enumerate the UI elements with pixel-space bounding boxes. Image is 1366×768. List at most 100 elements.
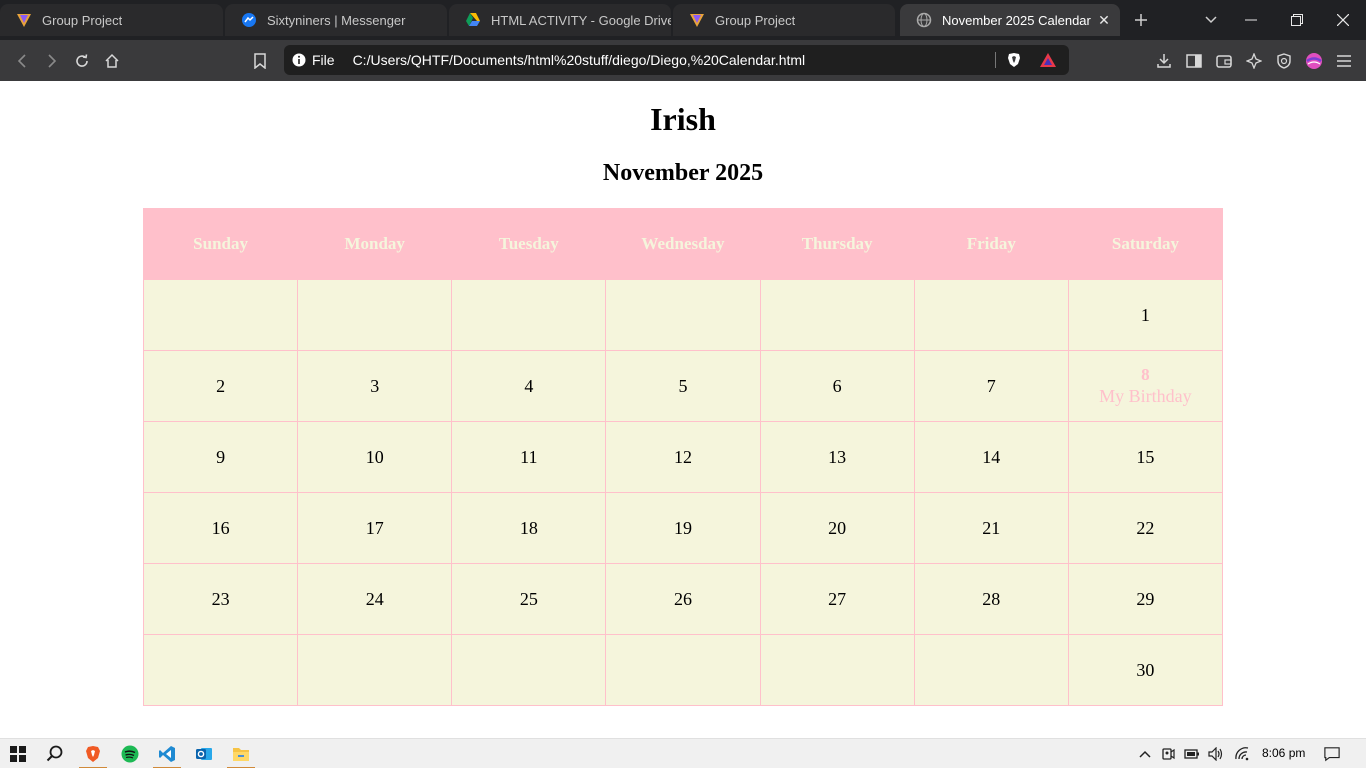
search-icon[interactable] [40, 742, 70, 766]
day-cell-empty [297, 634, 453, 706]
spotify-icon[interactable] [115, 742, 145, 766]
tab-title: Group Project [715, 12, 796, 28]
day-cell: 4 [451, 350, 607, 422]
windows-taskbar: 8:06 pm [0, 738, 1366, 768]
day-cell: 25 [451, 563, 607, 635]
forward-icon[interactable] [39, 48, 65, 74]
chevron-up-icon[interactable] [1137, 746, 1153, 762]
leo-ai-icon[interactable] [1241, 48, 1267, 74]
download-icon[interactable] [1151, 48, 1177, 74]
restore-icon[interactable] [1274, 0, 1320, 40]
volume-icon[interactable] [1208, 746, 1224, 762]
notification-icon[interactable] [1324, 746, 1340, 762]
day-cell-empty [605, 634, 761, 706]
day-cell: 5 [605, 350, 761, 422]
close-tab-icon[interactable]: ✕ [1096, 12, 1112, 28]
day-cell: 17 [297, 492, 453, 564]
day-cell: 14 [913, 421, 1069, 493]
brave-shields-icon[interactable] [1006, 52, 1022, 68]
start-icon[interactable] [3, 742, 33, 766]
day-cell: 12 [605, 421, 761, 493]
day-cell: 9 [142, 421, 299, 493]
weekday-header: Saturday [1067, 208, 1224, 280]
week-row: 23 24 25 26 27 28 29 [142, 563, 1224, 635]
day-cell: 11 [451, 421, 607, 493]
address-bar[interactable]: File C:/Users/QHTF/Documents/html%20stuf… [284, 45, 1069, 75]
day-cell-empty [451, 279, 607, 351]
weekday-header: Thursday [759, 208, 915, 280]
birthday-cell: 8 My Birthday [1067, 350, 1224, 422]
day-cell: 21 [913, 492, 1069, 564]
vscode-icon[interactable] [152, 742, 182, 768]
tab-title: HTML ACTIVITY - Google Drive [491, 12, 671, 28]
chevron-down-icon[interactable] [1198, 8, 1224, 32]
vivaldi-logo-icon [16, 12, 32, 28]
week-row: 30 [142, 634, 1224, 706]
page-content: Irish November 2025 Sunday Monday Tuesda… [0, 81, 1366, 738]
tab-group-project-2[interactable]: Group Project [673, 4, 895, 36]
back-icon[interactable] [9, 48, 35, 74]
info-icon[interactable] [292, 53, 306, 67]
day-cell: 19 [605, 492, 761, 564]
day-cell: 29 [1067, 563, 1224, 635]
url-scheme-label: File [312, 52, 335, 68]
vpn-shield-icon[interactable] [1271, 48, 1297, 74]
tab-group-project-1[interactable]: Group Project [0, 4, 223, 36]
url-separator [995, 52, 996, 68]
tab-title: Sixtyniners | Messenger [267, 12, 406, 28]
day-cell: 26 [605, 563, 761, 635]
day-cell: 30 [1067, 634, 1224, 706]
week-row: 9 10 11 12 13 14 15 [142, 421, 1224, 493]
day-cell: 20 [759, 492, 915, 564]
day-cell: 3 [297, 350, 453, 422]
week-row: 1 [142, 279, 1224, 351]
bookmark-icon[interactable] [247, 48, 273, 74]
minimize-icon[interactable] [1228, 0, 1274, 40]
day-cell-empty [759, 279, 915, 351]
tab-title: November 2025 Calendar [942, 12, 1091, 28]
wifi-icon[interactable] [1234, 746, 1250, 762]
profile-avatar-icon[interactable] [1301, 48, 1327, 74]
day-cell: 1 [1067, 279, 1224, 351]
tab-november-calendar[interactable]: November 2025 Calendar ✕ [900, 4, 1120, 36]
vivaldi-logo-icon [689, 12, 705, 28]
messenger-icon [241, 12, 257, 28]
file-explorer-icon[interactable] [226, 742, 256, 768]
google-drive-icon [465, 12, 481, 28]
day-cell-empty [142, 634, 299, 706]
camera-icon[interactable] [1160, 746, 1176, 762]
month-title: November 2025 [602, 160, 764, 186]
day-cell: 24 [297, 563, 453, 635]
url-text[interactable]: C:/Users/QHTF/Documents/html%20stuff/die… [353, 52, 806, 68]
day-cell: 15 [1067, 421, 1224, 493]
home-icon[interactable] [99, 48, 125, 74]
brave-rewards-icon[interactable] [1039, 52, 1057, 68]
wallet-icon[interactable] [1211, 48, 1237, 74]
tab-google-drive[interactable]: HTML ACTIVITY - Google Drive [449, 4, 671, 36]
day-cell-empty [759, 634, 915, 706]
tab-messenger[interactable]: Sixtyniners | Messenger [225, 4, 447, 36]
sidebar-icon[interactable] [1181, 48, 1207, 74]
battery-icon[interactable] [1184, 746, 1200, 762]
day-cell-empty [913, 634, 1069, 706]
day-cell: 16 [142, 492, 299, 564]
calendar-table: Sunday Monday Tuesday Wednesday Thursday… [142, 208, 1224, 706]
day-cell: 28 [913, 563, 1069, 635]
new-tab-icon[interactable] [1128, 8, 1154, 32]
weekday-header: Tuesday [451, 208, 607, 280]
menu-icon[interactable] [1331, 48, 1357, 74]
day-cell-empty [605, 279, 761, 351]
weekday-header: Monday [297, 208, 453, 280]
day-cell: 2 [142, 350, 299, 422]
browser-tab-strip: Group Project Sixtyniners | Messenger HT… [0, 0, 1366, 40]
day-cell: 18 [451, 492, 607, 564]
reload-icon[interactable] [69, 48, 95, 74]
outlook-icon[interactable] [189, 742, 219, 766]
weekday-header: Friday [913, 208, 1069, 280]
brave-icon[interactable] [78, 742, 108, 768]
day-cell: 7 [913, 350, 1069, 422]
tab-title: Group Project [42, 12, 123, 28]
close-window-icon[interactable] [1320, 0, 1366, 40]
taskbar-clock[interactable]: 8:06 pm [1262, 746, 1305, 760]
day-cell: 13 [759, 421, 915, 493]
